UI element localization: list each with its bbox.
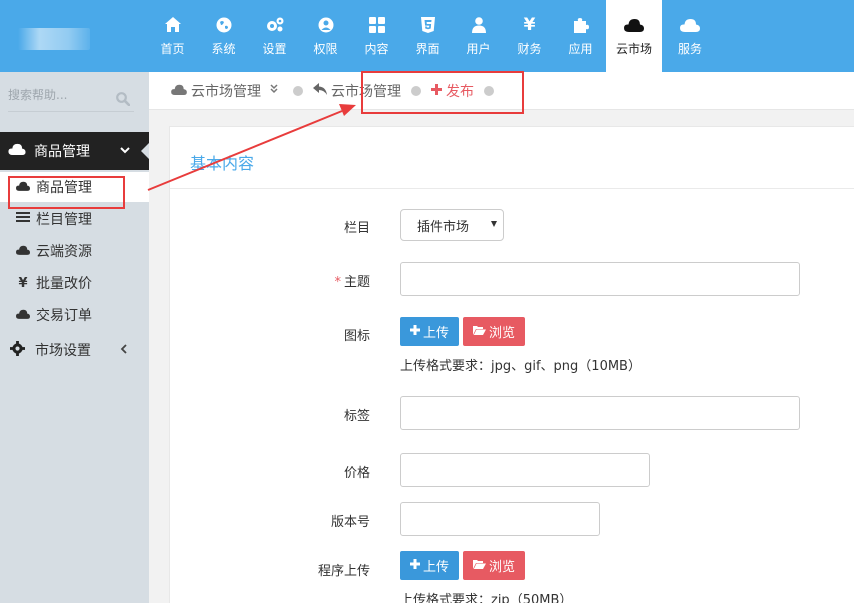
annotation-arrow <box>147 104 356 191</box>
